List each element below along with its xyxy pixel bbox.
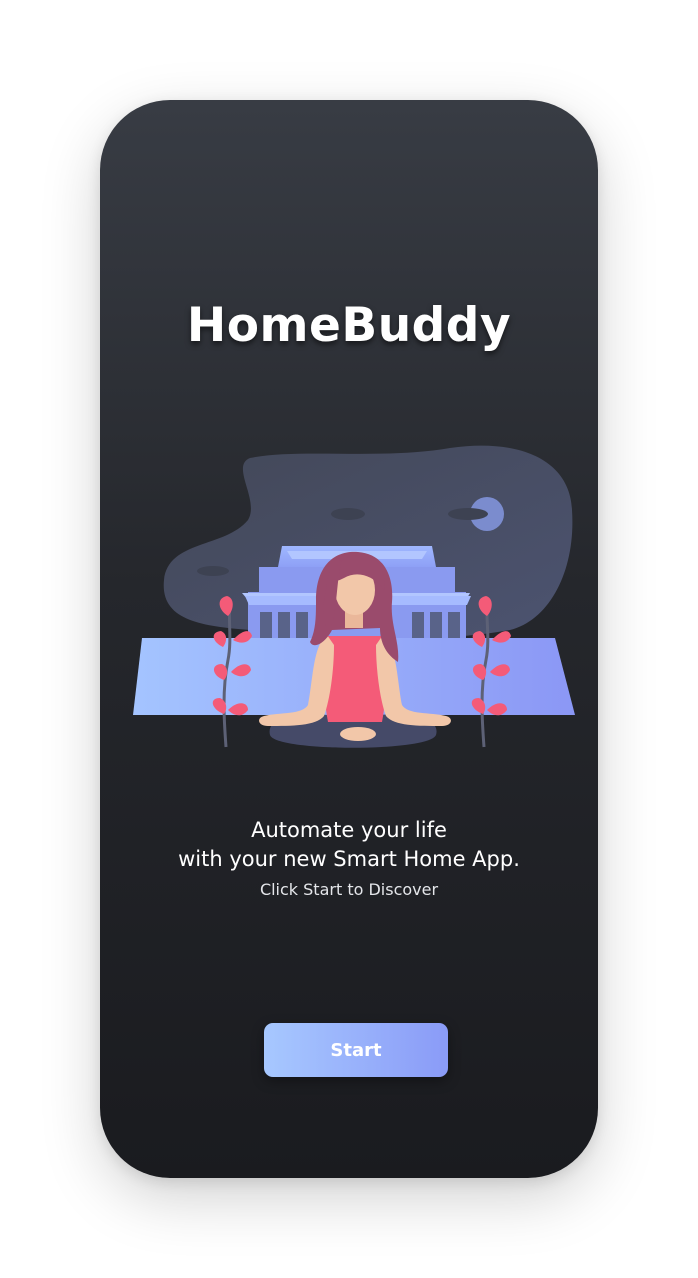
- phone-screen: HomeBuddy Automate your life with your n…: [100, 100, 598, 1178]
- tagline: Automate your life with your new Smart H…: [100, 816, 598, 874]
- tagline-line-2: with your new Smart Home App.: [178, 847, 520, 871]
- app-title: HomeBuddy: [186, 298, 512, 353]
- start-button[interactable]: Start: [264, 1023, 448, 1077]
- meditation-illustration: [133, 445, 575, 748]
- tagline-line-1: Automate your life: [251, 818, 447, 842]
- discover-hint: Click Start to Discover: [259, 880, 439, 899]
